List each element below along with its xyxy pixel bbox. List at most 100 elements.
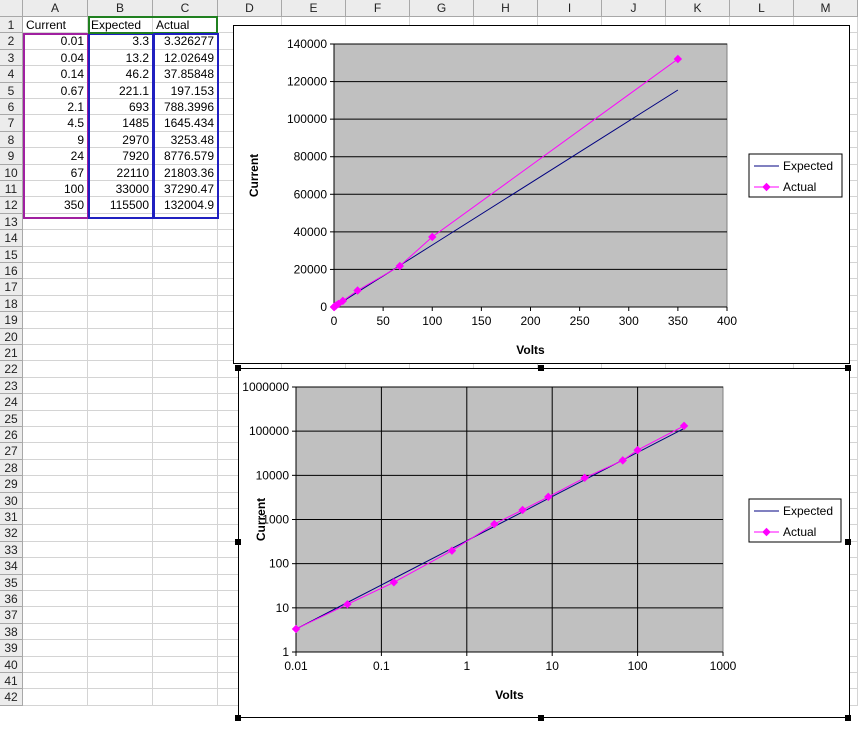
data-cell-a12[interactable]: 350 [23,197,88,214]
column-header-k[interactable]: K [666,0,730,17]
empty-cell[interactable] [153,246,218,263]
row-header-18[interactable]: 18 [0,295,23,313]
empty-cell[interactable] [153,673,218,690]
row-header-20[interactable]: 20 [0,328,23,345]
empty-cell[interactable] [88,361,153,378]
empty-cell[interactable] [23,623,88,641]
row-header-10[interactable]: 10 [0,164,23,181]
row-header-28[interactable]: 28 [0,459,23,477]
data-cell-b9[interactable]: 7920 [88,148,153,165]
data-cell-b3[interactable]: 13.2 [88,49,153,67]
empty-cell[interactable] [88,295,153,313]
row-header-2[interactable]: 2 [0,33,23,50]
empty-cell[interactable] [153,656,218,673]
header-cell-c[interactable]: Actual [153,17,218,34]
resize-handle[interactable] [235,365,241,371]
row-header-34[interactable]: 34 [0,558,23,575]
empty-cell[interactable] [153,230,218,247]
row-header-3[interactable]: 3 [0,49,23,67]
empty-cell[interactable] [23,295,88,313]
resize-handle[interactable] [845,715,851,721]
data-cell-c8[interactable]: 3253.48 [153,131,218,149]
empty-cell[interactable] [88,279,153,296]
empty-cell[interactable] [153,640,218,657]
row-header-5[interactable]: 5 [0,82,23,99]
row-header-15[interactable]: 15 [0,246,23,263]
empty-cell[interactable] [88,558,153,575]
empty-cell[interactable] [23,246,88,263]
empty-cell[interactable] [88,492,153,509]
row-header-41[interactable]: 41 [0,673,23,690]
data-cell-b11[interactable]: 33000 [88,181,153,198]
empty-cell[interactable] [153,623,218,641]
empty-cell[interactable] [88,673,153,690]
empty-cell[interactable] [88,640,153,657]
data-cell-a4[interactable]: 0.14 [23,66,88,83]
row-header-27[interactable]: 27 [0,443,23,460]
empty-cell[interactable] [23,541,88,559]
empty-cell[interactable] [153,459,218,477]
empty-cell[interactable] [23,558,88,575]
empty-cell[interactable] [153,443,218,460]
row-header-38[interactable]: 38 [0,623,23,641]
row-header-8[interactable]: 8 [0,131,23,149]
row-header-11[interactable]: 11 [0,181,23,198]
column-header-b[interactable]: B [88,0,153,17]
column-header-l[interactable]: L [730,0,794,17]
data-cell-c6[interactable]: 788.3996 [153,99,218,116]
data-cell-a7[interactable]: 4.5 [23,115,88,132]
empty-cell[interactable] [23,607,88,624]
empty-cell[interactable] [153,279,218,296]
empty-cell[interactable] [88,574,153,591]
empty-cell[interactable] [23,574,88,591]
empty-cell[interactable] [23,476,88,493]
row-header-21[interactable]: 21 [0,345,23,362]
row-header-1[interactable]: 1 [0,17,23,34]
linear-chart[interactable]: 0 20000 40000 60000 80000 100000 120000 140000 0… [233,25,850,364]
empty-cell[interactable] [23,443,88,460]
row-header-16[interactable]: 16 [0,263,23,280]
row-header-35[interactable]: 35 [0,574,23,591]
row-header-30[interactable]: 30 [0,492,23,509]
empty-cell[interactable] [88,459,153,477]
data-cell-c11[interactable]: 37290.47 [153,181,218,198]
row-header-12[interactable]: 12 [0,197,23,214]
empty-cell[interactable] [153,394,218,411]
data-cell-c7[interactable]: 1645.434 [153,115,218,132]
empty-cell[interactable] [153,574,218,591]
empty-cell[interactable] [23,361,88,378]
row-header-14[interactable]: 14 [0,230,23,247]
column-header-j[interactable]: J [602,0,666,17]
empty-cell[interactable] [153,591,218,608]
empty-cell[interactable] [88,443,153,460]
empty-cell[interactable] [23,689,88,706]
empty-cell[interactable] [153,312,218,329]
empty-cell[interactable] [23,525,88,542]
resize-handle[interactable] [845,365,851,371]
data-cell-a2[interactable]: 0.01 [23,33,88,50]
data-cell-a11[interactable]: 100 [23,181,88,198]
column-header-d[interactable]: D [218,0,282,17]
data-cell-b10[interactable]: 22110 [88,164,153,181]
row-header-9[interactable]: 9 [0,148,23,165]
empty-cell[interactable] [153,410,218,427]
column-header-g[interactable]: G [410,0,474,17]
empty-cell[interactable] [88,345,153,362]
empty-cell[interactable] [88,591,153,608]
empty-cell[interactable] [23,312,88,329]
column-header-h[interactable]: H [474,0,538,17]
spreadsheet-grid[interactable]: ABCDEFGHIJKLM 1 2 3 4 5 6 7 8 9 10 11 12 13 14 15 16 17 1… [0,0,866,732]
empty-cell[interactable] [23,230,88,247]
data-cell-b2[interactable]: 3.3 [88,33,153,50]
row-header-36[interactable]: 36 [0,591,23,608]
empty-cell[interactable] [88,427,153,444]
empty-cell[interactable] [88,476,153,493]
empty-cell[interactable] [23,410,88,427]
empty-cell[interactable] [88,623,153,641]
row-header-6[interactable]: 6 [0,99,23,116]
empty-cell[interactable] [153,377,218,395]
empty-cell[interactable] [153,525,218,542]
empty-cell[interactable] [153,328,218,345]
row-header-22[interactable]: 22 [0,361,23,378]
empty-cell[interactable] [23,673,88,690]
